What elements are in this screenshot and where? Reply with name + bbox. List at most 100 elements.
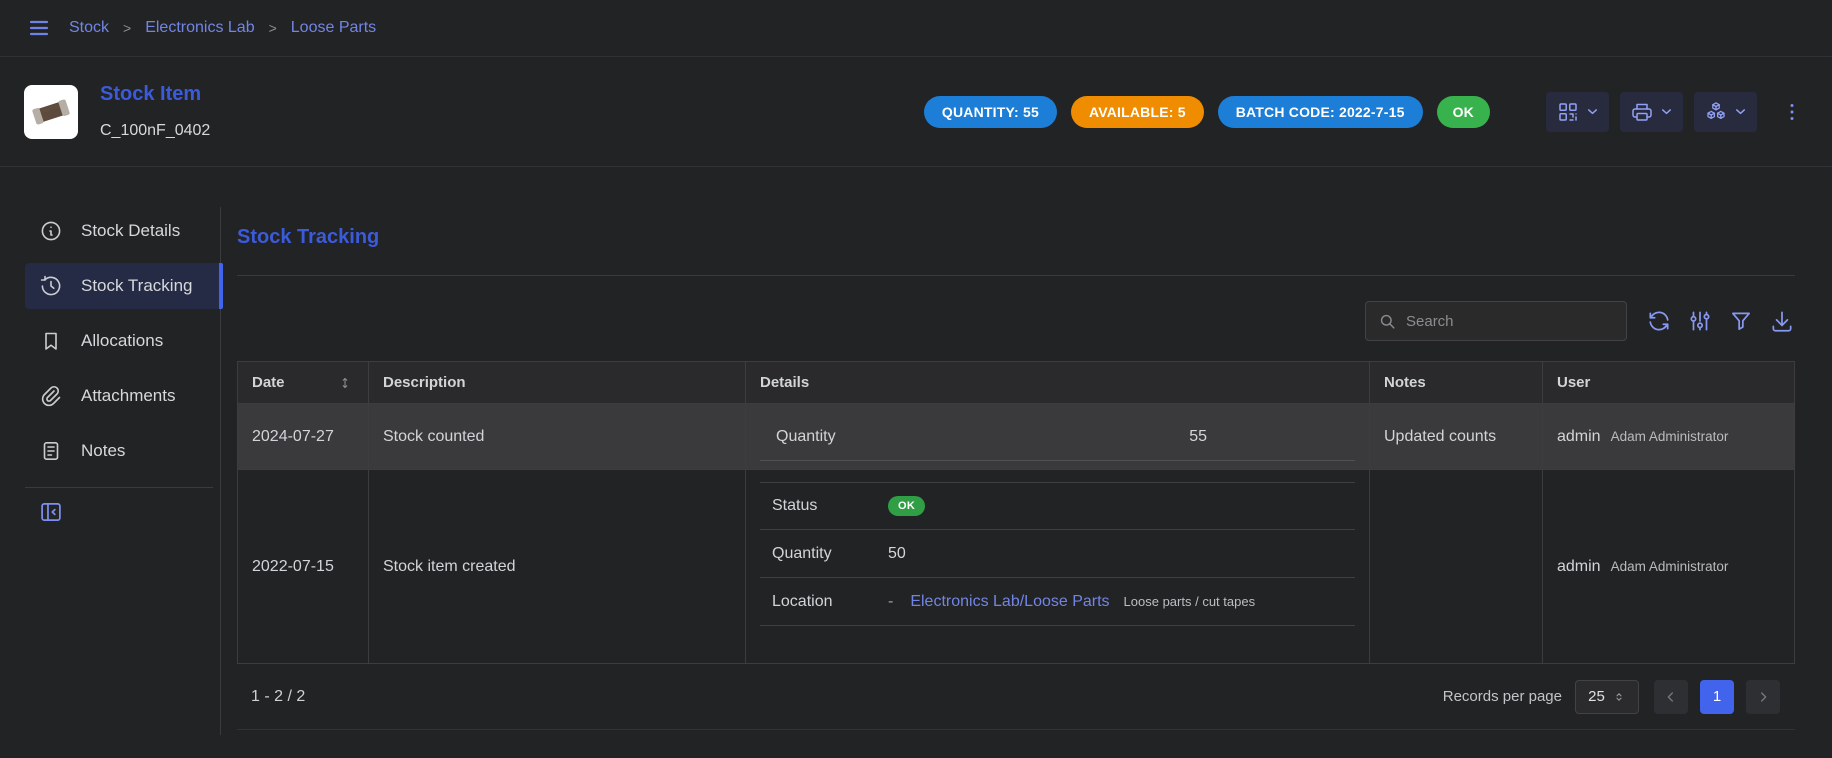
detail-location-row: Location - Electronics Lab/Loose Parts L… xyxy=(760,578,1355,626)
location-description: Loose parts / cut tapes xyxy=(1124,594,1256,609)
part-thumbnail[interactable] xyxy=(24,85,78,139)
sidebar-separator xyxy=(25,487,213,488)
select-updown-icon xyxy=(1612,690,1626,704)
pagination-controls: Records per page 25 1 xyxy=(1443,680,1780,714)
sidebar-item-label: Stock Tracking xyxy=(81,276,193,296)
toolbar-icons xyxy=(1646,308,1795,334)
records-per-page-label: Records per page xyxy=(1443,688,1562,705)
breadcrumb-link-electronics-lab[interactable]: Electronics Lab xyxy=(145,19,254,37)
quantity-badge: QUANTITY: 55 xyxy=(924,96,1057,128)
location-link[interactable]: Electronics Lab/Loose Parts xyxy=(910,593,1109,611)
cell-description: Stock counted xyxy=(369,404,746,469)
header-right: QUANTITY: 55 AVAILABLE: 5 BATCH CODE: 20… xyxy=(924,92,1804,132)
sidebar-item-notes[interactable]: Notes xyxy=(25,428,223,474)
chevron-down-icon xyxy=(1585,104,1600,119)
packages-icon xyxy=(1704,100,1728,124)
barcode-actions-button[interactable] xyxy=(1546,92,1609,132)
refresh-icon[interactable] xyxy=(1646,308,1672,334)
detail-label: Quantity xyxy=(772,545,888,563)
chevron-left-icon xyxy=(1663,689,1679,705)
filter-icon[interactable] xyxy=(1728,308,1754,334)
username: admin xyxy=(1557,428,1601,446)
menu-icon[interactable] xyxy=(27,16,51,40)
detail-value: 50 xyxy=(888,545,906,563)
printer-icon xyxy=(1630,100,1654,124)
next-page-button[interactable] xyxy=(1746,680,1780,714)
username: admin xyxy=(1557,558,1601,576)
status-ok-badge: OK xyxy=(1437,96,1490,128)
page-header: Stock Item C_100nF_0402 QUANTITY: 55 AVA… xyxy=(0,57,1832,167)
sidebar-item-stock-details[interactable]: Stock Details xyxy=(25,208,223,254)
chevron-down-icon xyxy=(1733,104,1748,119)
bookmark-icon xyxy=(39,329,63,353)
stock-operations-button[interactable] xyxy=(1694,92,1757,132)
batch-code-badge: BATCH CODE: 2022-7-15 xyxy=(1218,96,1423,128)
column-header-notes[interactable]: Notes xyxy=(1370,362,1543,403)
breadcrumb-link-loose-parts[interactable]: Loose Parts xyxy=(291,19,376,37)
sidebar-item-attachments[interactable]: Attachments xyxy=(25,373,223,419)
location-prefix: - xyxy=(888,593,893,611)
detail-quantity-row: Quantity 55 xyxy=(760,413,1355,461)
stock-tracking-table: Date Description Details Notes User 2024… xyxy=(237,361,1795,730)
status-badges: QUANTITY: 55 AVAILABLE: 5 BATCH CODE: 20… xyxy=(924,96,1490,128)
sidebar-collapse-icon[interactable] xyxy=(38,499,64,525)
chevron-down-icon xyxy=(1659,104,1674,119)
previous-page-button[interactable] xyxy=(1654,680,1688,714)
detail-quantity-row: Quantity 50 xyxy=(760,530,1355,578)
page-title: Stock Item xyxy=(100,83,210,106)
adjustments-icon[interactable] xyxy=(1687,308,1713,334)
table-footer: 1 - 2 / 2 Records per page 25 1 xyxy=(237,664,1795,730)
print-actions-button[interactable] xyxy=(1620,92,1683,132)
cell-user: admin Adam Administrator xyxy=(1543,470,1796,663)
paperclip-icon xyxy=(39,384,63,408)
chevron-right-icon xyxy=(1755,689,1771,705)
sidebar-item-label: Stock Details xyxy=(81,221,180,241)
breadcrumb-bar: Stock > Electronics Lab > Loose Parts xyxy=(0,0,1832,57)
detail-label: Status xyxy=(772,497,888,515)
status-ok-badge: OK xyxy=(888,496,925,516)
cell-details: Quantity 55 xyxy=(746,404,1370,469)
breadcrumb: Stock > Electronics Lab > Loose Parts xyxy=(69,19,376,37)
search-icon xyxy=(1378,312,1397,331)
detail-label: Location xyxy=(772,593,888,611)
download-icon[interactable] xyxy=(1769,308,1795,334)
sidebar-nav: Stock Details Stock Tracking Allocations… xyxy=(25,208,221,474)
info-circle-icon xyxy=(39,219,63,243)
breadcrumb-link-stock[interactable]: Stock xyxy=(69,19,109,37)
column-header-details[interactable]: Details xyxy=(746,362,1370,403)
more-options-icon[interactable] xyxy=(1780,100,1804,124)
page-number-button[interactable]: 1 xyxy=(1700,680,1734,714)
sidebar-item-label: Attachments xyxy=(81,386,176,406)
sidebar: Stock Details Stock Tracking Allocations… xyxy=(0,167,221,757)
cell-details: Status OK Quantity 50 Location - Electro… xyxy=(746,470,1370,663)
details-panel: Status OK Quantity 50 Location - Electro… xyxy=(760,482,1355,626)
table-header-row: Date Description Details Notes User xyxy=(237,361,1795,404)
sidebar-item-label: Notes xyxy=(81,441,125,461)
sidebar-item-stock-tracking[interactable]: Stock Tracking xyxy=(25,263,223,309)
cell-date: 2024-07-27 xyxy=(238,404,369,469)
detail-label: Quantity xyxy=(776,428,836,446)
sidebar-item-allocations[interactable]: Allocations xyxy=(25,318,223,364)
search-input[interactable] xyxy=(1406,313,1614,330)
user-fullname: Adam Administrator xyxy=(1611,559,1729,574)
detail-value: 55 xyxy=(1189,428,1207,446)
notes-icon xyxy=(39,439,63,463)
user-fullname: Adam Administrator xyxy=(1611,429,1729,444)
column-header-user[interactable]: User xyxy=(1543,362,1796,403)
column-header-description[interactable]: Description xyxy=(369,362,746,403)
page-size-select[interactable]: 25 xyxy=(1575,680,1639,714)
sort-arrows-icon[interactable] xyxy=(336,374,354,392)
main-panel: Stock Tracking Date Description xyxy=(221,167,1832,757)
header-actions xyxy=(1546,92,1804,132)
cell-notes xyxy=(1370,470,1543,663)
detail-status-row: Status OK xyxy=(760,482,1355,530)
sidebar-item-label: Allocations xyxy=(81,331,163,351)
search-box[interactable] xyxy=(1365,301,1627,341)
table-row[interactable]: 2022-07-15 Stock item created Status OK … xyxy=(237,470,1795,664)
cell-description: Stock item created xyxy=(369,470,746,663)
content: Stock Details Stock Tracking Allocations… xyxy=(0,167,1832,757)
table-row[interactable]: 2024-07-27 Stock counted Quantity 55 Upd… xyxy=(237,404,1795,470)
heading-divider xyxy=(237,275,1795,276)
qrcode-icon xyxy=(1556,100,1580,124)
column-header-date[interactable]: Date xyxy=(238,362,369,403)
